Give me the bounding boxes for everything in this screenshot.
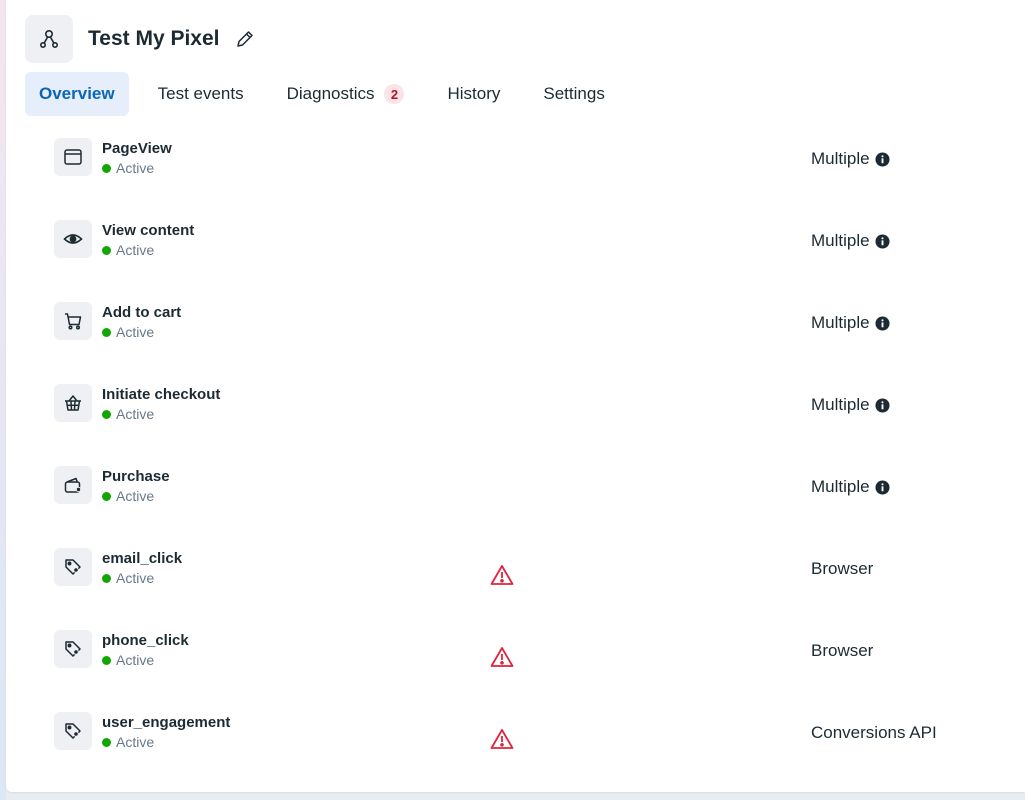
page-title: Test My Pixel: [88, 27, 220, 50]
pixel-header: Test My Pixel: [25, 14, 256, 64]
cart-icon: [54, 302, 92, 340]
event-row-phone-click[interactable]: phone_click Active Browser: [54, 628, 1014, 710]
status-label: Active: [116, 242, 155, 258]
browser-window-icon: [54, 138, 92, 176]
event-row-purchase[interactable]: Purchase Active Multiple: [54, 464, 1014, 546]
source-label: Browser: [811, 559, 874, 578]
event-name: user_engagement: [102, 714, 231, 731]
event-source: Multiple: [811, 395, 890, 415]
source-label: Multiple: [811, 477, 870, 496]
tag-icon: [54, 548, 92, 586]
status-label: Active: [116, 160, 155, 176]
wallet-icon: [54, 466, 92, 504]
status-label: Active: [116, 734, 155, 750]
tab-settings[interactable]: Settings: [529, 72, 618, 116]
event-row-email-click[interactable]: email_click Active Browser: [54, 546, 1014, 628]
pixel-nodes-icon: [25, 15, 73, 63]
event-name: PageView: [102, 140, 172, 157]
tag-icon: [54, 712, 92, 750]
event-status: Active: [102, 570, 154, 586]
status-label: Active: [116, 324, 155, 340]
status-label: Active: [116, 652, 155, 668]
event-name: Add to cart: [102, 304, 182, 321]
active-status-dot: [102, 655, 111, 665]
event-row-user-engagement[interactable]: user_engagement Active Conversions API: [54, 710, 1014, 792]
event-status: Active: [102, 406, 154, 422]
tab-overview[interactable]: Overview: [25, 72, 129, 116]
status-label: Active: [116, 406, 155, 422]
eye-icon: [54, 220, 92, 258]
active-status-dot: [102, 245, 111, 255]
event-list: PageView Active Multiple View content Ac…: [54, 136, 1014, 792]
event-status: Active: [102, 242, 154, 258]
info-icon[interactable]: [875, 479, 890, 495]
event-status: Active: [102, 488, 154, 504]
tab-test-events[interactable]: Test events: [144, 72, 258, 116]
pixel-panel: Test My Pixel Overview Test events Diagn…: [6, 0, 1025, 792]
warning-icon[interactable]: [490, 728, 514, 750]
active-status-dot: [102, 163, 111, 173]
tag-icon: [54, 630, 92, 668]
event-source: Multiple: [811, 477, 890, 497]
tab-history[interactable]: History: [433, 72, 514, 116]
status-label: Active: [116, 570, 155, 586]
tab-label: Overview: [39, 84, 115, 103]
source-label: Browser: [811, 641, 874, 660]
event-status: Active: [102, 324, 154, 340]
event-status: Active: [102, 160, 154, 176]
event-source: Multiple: [811, 231, 890, 251]
event-source: Multiple: [811, 313, 890, 333]
event-source: Multiple: [811, 149, 890, 169]
basket-icon: [54, 384, 92, 422]
event-row-pageview[interactable]: PageView Active Multiple: [54, 136, 1014, 218]
event-source: Browser: [811, 559, 873, 579]
source-label: Multiple: [811, 313, 870, 332]
active-status-dot: [102, 737, 111, 747]
source-label: Multiple: [811, 395, 870, 414]
event-row-view-content[interactable]: View content Active Multiple: [54, 218, 1014, 300]
diagnostics-count-badge: 2: [384, 84, 405, 104]
event-name: email_click: [102, 550, 183, 567]
event-row-initiate-checkout[interactable]: Initiate checkout Active Multiple: [54, 382, 1014, 464]
info-icon[interactable]: [875, 315, 890, 331]
active-status-dot: [102, 327, 111, 337]
event-row-add-to-cart[interactable]: Add to cart Active Multiple: [54, 300, 1014, 382]
active-status-dot: [102, 573, 111, 583]
tab-label: Diagnostics: [286, 84, 375, 103]
active-status-dot: [102, 409, 111, 419]
source-label: Conversions API: [811, 723, 937, 742]
event-source: Browser: [811, 641, 873, 661]
tab-label: History: [447, 84, 501, 103]
source-label: Multiple: [811, 149, 870, 168]
pencil-icon[interactable]: [234, 28, 256, 50]
warning-icon[interactable]: [490, 646, 514, 668]
event-source: Conversions API: [811, 723, 937, 743]
event-status: Active: [102, 652, 154, 668]
info-icon[interactable]: [875, 233, 890, 249]
event-status: Active: [102, 734, 154, 750]
event-name: View content: [102, 222, 195, 239]
info-icon[interactable]: [875, 397, 890, 413]
source-label: Multiple: [811, 231, 870, 250]
status-label: Active: [116, 488, 155, 504]
warning-icon[interactable]: [490, 564, 514, 586]
tab-bar: Overview Test events Diagnostics 2 Histo…: [25, 72, 634, 116]
event-name: Purchase: [102, 468, 170, 485]
tab-label: Settings: [543, 84, 605, 103]
event-name: Initiate checkout: [102, 386, 221, 403]
tab-diagnostics[interactable]: Diagnostics 2: [273, 72, 419, 116]
info-icon[interactable]: [875, 151, 890, 167]
tab-label: Test events: [157, 84, 244, 103]
event-name: phone_click: [102, 632, 189, 649]
active-status-dot: [102, 491, 111, 501]
